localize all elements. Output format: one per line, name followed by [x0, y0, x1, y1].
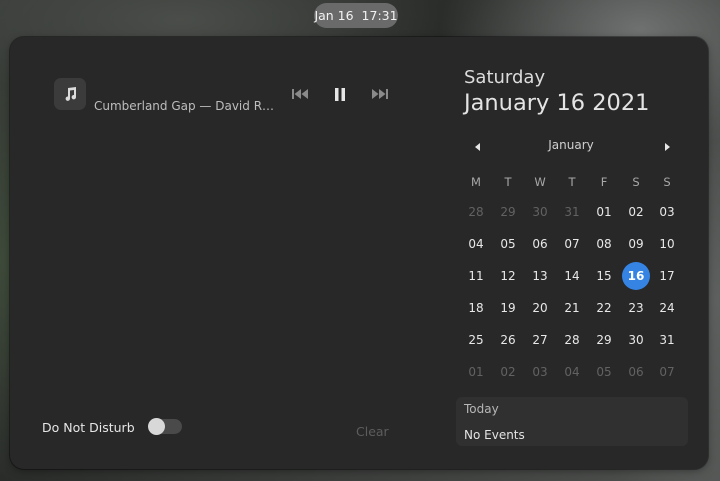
events-title: Today	[464, 402, 499, 416]
calendar-day[interactable]: 08	[590, 230, 618, 258]
calendar-day[interactable]: 06	[526, 230, 554, 258]
calendar-day[interactable]: 31	[558, 198, 586, 226]
calendar-day[interactable]: 28	[558, 326, 586, 354]
calendar-day[interactable]: 13	[526, 262, 554, 290]
pause-icon[interactable]	[330, 85, 350, 103]
track-title: Cumberland Gap — David R…	[94, 99, 275, 113]
calendar-day[interactable]: 26	[494, 326, 522, 354]
calendar-day[interactable]: 09	[622, 230, 650, 258]
calendar-day[interactable]: 31	[653, 326, 681, 354]
skip-previous-icon[interactable]	[290, 85, 310, 103]
calendar-day[interactable]: 06	[622, 358, 650, 386]
calendar-day[interactable]: 25	[462, 326, 490, 354]
calendar-day[interactable]: 14	[558, 262, 586, 290]
no-events-label: No Events	[464, 428, 525, 442]
chevron-right-icon	[665, 143, 670, 151]
calendar-day[interactable]: 05	[494, 230, 522, 258]
music-note-icon	[54, 78, 86, 110]
calendar-day[interactable]: 01	[462, 358, 490, 386]
calendar-day[interactable]: 04	[558, 358, 586, 386]
calendar-day[interactable]: 19	[494, 294, 522, 322]
weekday-header: T	[568, 175, 576, 189]
calendar-day[interactable]: 02	[494, 358, 522, 386]
calendar-day[interactable]: 03	[653, 198, 681, 226]
do-not-disturb-switch[interactable]	[148, 418, 182, 435]
weekday-header: F	[600, 175, 608, 189]
weekday-header: T	[504, 175, 512, 189]
do-not-disturb-label: Do Not Disturb	[42, 420, 135, 435]
calendar-day[interactable]: 30	[622, 326, 650, 354]
calendar-day[interactable]: 02	[622, 198, 650, 226]
calendar-day[interactable]: 07	[558, 230, 586, 258]
calendar-day[interactable]: 05	[590, 358, 618, 386]
next-month-button[interactable]	[661, 139, 673, 153]
calendar-day[interactable]: 18	[462, 294, 490, 322]
month-label: January	[548, 138, 594, 152]
previous-month-button[interactable]	[472, 139, 484, 153]
calendar-day[interactable]: 16	[622, 262, 650, 290]
calendar-day[interactable]: 10	[653, 230, 681, 258]
calendar-day[interactable]: 29	[494, 198, 522, 226]
calendar-day[interactable]: 04	[462, 230, 490, 258]
calendar-day[interactable]: 28	[462, 198, 490, 226]
calendar-day[interactable]: 03	[526, 358, 554, 386]
events-section[interactable]: Today No Events	[456, 397, 688, 446]
calendar-day[interactable]: 29	[590, 326, 618, 354]
weekday-header: W	[534, 175, 546, 189]
calendar-day[interactable]: 30	[526, 198, 554, 226]
calendar-day[interactable]: 17	[653, 262, 681, 290]
calendar-day[interactable]: 01	[590, 198, 618, 226]
weekday-header: M	[471, 175, 481, 189]
weekday-header: S	[663, 175, 671, 189]
full-date-label[interactable]: January 16 2021	[464, 90, 650, 116]
calendar-day[interactable]: 23	[622, 294, 650, 322]
calendar-day[interactable]: 15	[590, 262, 618, 290]
weekday-header: S	[632, 175, 640, 189]
calendar-day[interactable]: 27	[526, 326, 554, 354]
calendar-day[interactable]: 12	[494, 262, 522, 290]
chevron-left-icon	[475, 143, 480, 151]
weekday-label: Saturday	[464, 67, 546, 88]
media-player[interactable]: Cumberland Gap — David R…	[54, 78, 404, 118]
date-menu-popover: Cumberland Gap — David R… Do Not Disturb	[10, 37, 708, 469]
calendar-day[interactable]: 21	[558, 294, 586, 322]
calendar-day[interactable]: 24	[653, 294, 681, 322]
switch-knob	[148, 418, 165, 435]
calendar-day[interactable]: 20	[526, 294, 554, 322]
skip-next-icon[interactable]	[370, 85, 390, 103]
topbar-clock-button[interactable]: Jan 16 17:31	[314, 3, 398, 28]
calendar-day[interactable]: 11	[462, 262, 490, 290]
calendar-day[interactable]: 22	[590, 294, 618, 322]
clear-notifications-button[interactable]: Clear	[356, 424, 389, 439]
calendar-day[interactable]: 07	[653, 358, 681, 386]
